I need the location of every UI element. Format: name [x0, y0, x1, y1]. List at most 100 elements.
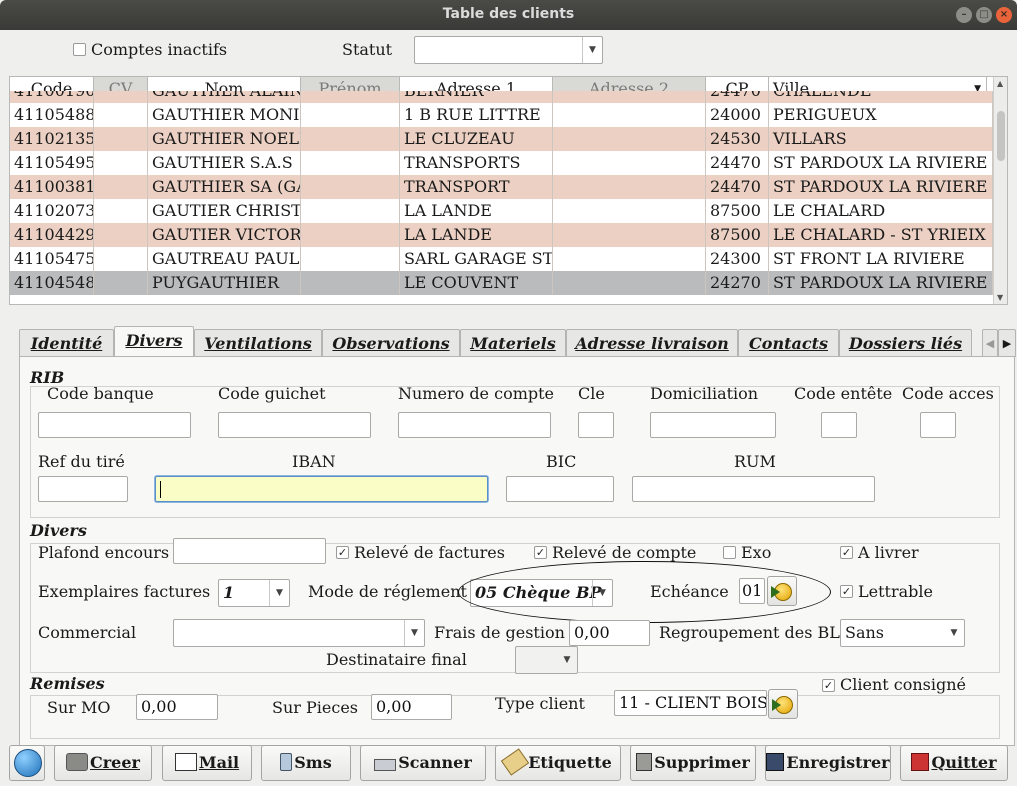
tab-dossiers-lies[interactable]: Dossiers liés	[839, 329, 972, 357]
regroupement-value: Sans	[845, 623, 885, 642]
mail-button[interactable]: Mail	[162, 745, 252, 781]
table-row[interactable]: 41102073 GAUTIER CHRISTO LA LANDE 87500 LE C…	[10, 199, 993, 223]
table-cell-adresse1: LA LANDE	[400, 199, 553, 223]
close-icon[interactable]: ×	[996, 7, 1012, 23]
minimize-icon[interactable]: –	[956, 7, 972, 23]
cle-input[interactable]	[578, 412, 614, 438]
a-livrer-checkbox[interactable]: ✓	[840, 546, 853, 559]
scroll-down-icon[interactable]: ▼	[997, 293, 1003, 302]
client-consigne-checkbox[interactable]: ✓	[822, 679, 835, 692]
type-client-go-button[interactable]	[768, 689, 798, 719]
plafond-encours-input[interactable]	[173, 538, 326, 564]
scanner-button[interactable]: Scanner	[360, 745, 486, 781]
rum-label: RUM	[734, 452, 776, 471]
table-cell-cp: 24000	[706, 103, 769, 127]
table-row[interactable]: 41102135 GAUTHIER NOELL LE CLUZEAU 24530 VIL…	[10, 127, 993, 151]
tab-label: Divers	[125, 331, 183, 350]
table-cell-prenom	[301, 91, 400, 103]
table-cell-cv	[94, 247, 148, 271]
plafond-encours-label: Plafond encours	[38, 543, 170, 562]
mode-reglement-label: Mode de réglement	[308, 582, 467, 601]
rum-input[interactable]	[632, 476, 875, 502]
code-guichet-label: Code guichet	[218, 384, 326, 403]
etiquette-button[interactable]: Etiquette	[495, 745, 621, 781]
table-cell-cv	[94, 103, 148, 127]
tab-materiels[interactable]: Materiels	[460, 329, 566, 357]
quitter-button[interactable]: Quitter	[900, 745, 1008, 781]
tab-ventilations[interactable]: Ventilations	[194, 329, 322, 357]
exemplaires-value: 1	[223, 583, 235, 602]
maximize-icon[interactable]: □	[976, 7, 992, 23]
table-cell-code: 41105475	[10, 247, 94, 271]
lettrable-checkbox[interactable]: ✓	[840, 585, 853, 598]
table-cell-cv	[94, 151, 148, 175]
chevron-down-icon: ▼	[404, 620, 424, 646]
table-cell-cp: 87500	[706, 199, 769, 223]
commercial-select[interactable]: ▼	[173, 619, 425, 647]
text-cursor	[160, 481, 161, 498]
tab-observations[interactable]: Observations	[322, 329, 460, 357]
clients-table[interactable]: Code CV Nom Prénom Adresse 1 Adresse 2 C…	[9, 76, 1008, 305]
table-cell-prenom	[301, 175, 400, 199]
releve-factures-checkbox[interactable]: ✓	[336, 546, 349, 559]
tab-label: Materiels	[470, 334, 556, 353]
code-entete-input[interactable]	[821, 412, 857, 438]
table-cell-ville: ST PARDOUX LA RIVIERE	[769, 175, 993, 199]
numero-compte-label: Numero de compte	[398, 384, 555, 403]
tab-contacts[interactable]: Contacts	[738, 329, 839, 357]
iban-input[interactable]	[155, 476, 488, 502]
ref-tire-input[interactable]	[38, 476, 128, 502]
regroupement-bl-select[interactable]: Sans ▼	[840, 619, 965, 647]
statut-select[interactable]: ▼	[414, 36, 603, 64]
destinataire-final-select[interactable]: ▼	[515, 646, 578, 674]
table-row[interactable]: 41104548 PUYGAUTHIER LE COUVENT 24270 ST PAR…	[10, 271, 993, 295]
tab-adresse-livraison[interactable]: Adresse livraison	[566, 329, 738, 357]
window-titlebar: Table des clients – □ ×	[0, 0, 1017, 30]
scroll-up-icon[interactable]: ▲	[997, 79, 1003, 88]
regroupement-bl-label: Regroupement des BL	[659, 623, 840, 642]
tab-scroll-left-icon[interactable]: ◀	[982, 329, 998, 357]
table-scrollbar[interactable]: ▲ ▼	[993, 77, 1007, 304]
type-client-input[interactable]: 11 - CLIENT BOIS	[614, 690, 767, 716]
inactive-accounts-checkbox[interactable]	[73, 43, 86, 56]
table-cell-prenom	[301, 127, 400, 151]
tab-scroll-right-icon[interactable]: ▶	[998, 329, 1016, 357]
table-cell-cv	[94, 175, 148, 199]
table-row[interactable]: 41105488 GAUTHIER MONIQ 1 B RUE LITTRE 2400…	[10, 103, 993, 127]
exemplaires-factures-select[interactable]: 1 ▼	[218, 579, 290, 607]
chevron-down-icon: ▼	[269, 580, 289, 606]
table-cell-prenom	[301, 271, 400, 295]
enregistrer-button[interactable]: Enregistrer	[765, 745, 891, 781]
sms-button[interactable]: Sms	[261, 745, 351, 781]
etiquette-label: Etiquette	[528, 753, 612, 772]
code-acces-input[interactable]	[920, 412, 956, 438]
scrollbar-thumb[interactable]	[997, 111, 1005, 161]
exo-checkbox[interactable]	[723, 546, 736, 559]
table-row[interactable]: 41105475 GAUTREAU PAUL SARL GARAGE ST F 243…	[10, 247, 993, 271]
numero-compte-input[interactable]	[398, 412, 551, 438]
tab-identite[interactable]: Identité	[19, 329, 114, 357]
frais-gestion-input[interactable]: 0,00	[569, 620, 650, 646]
table-row[interactable]: 41105495 GAUTHIER S.A.S TRANSPORTS 24470 ST …	[10, 151, 993, 175]
table-cell-ville: VILLARS	[769, 127, 993, 151]
tab-divers[interactable]: Divers	[114, 326, 194, 357]
table-cell-adresse1: SARL GARAGE ST F	[400, 247, 553, 271]
table-cell-code: 41104548	[10, 271, 94, 295]
table-row[interactable]: 41100381 GAUTHIER SA (GA TRANSPORT 24470 ST …	[10, 175, 993, 199]
a-livrer-label: A livrer	[858, 543, 919, 562]
domiciliation-input[interactable]	[650, 412, 776, 438]
table-row-partial[interactable]: 41100190 GAUTHIER ALAIN BERNIER 24470 CH…	[10, 91, 993, 103]
code-banque-input[interactable]	[38, 412, 191, 438]
help-globe-button[interactable]	[9, 745, 45, 781]
releve-compte-checkbox[interactable]: ✓	[534, 546, 547, 559]
creer-button[interactable]: Creer	[54, 745, 152, 781]
tab-label: Adresse livraison	[575, 334, 729, 353]
bic-input[interactable]	[506, 476, 614, 502]
supprimer-button[interactable]: Supprimer	[630, 745, 756, 781]
sur-pieces-input[interactable]: 0,00	[371, 694, 452, 720]
divers-section-title: Divers	[30, 521, 87, 540]
code-guichet-input[interactable]	[218, 412, 371, 438]
table-cell-adresse2	[553, 223, 706, 247]
sur-mo-input[interactable]: 0,00	[136, 694, 218, 720]
table-row[interactable]: 41104429 GAUTIER VICTOR LA LANDE 87500 LE CH…	[10, 223, 993, 247]
